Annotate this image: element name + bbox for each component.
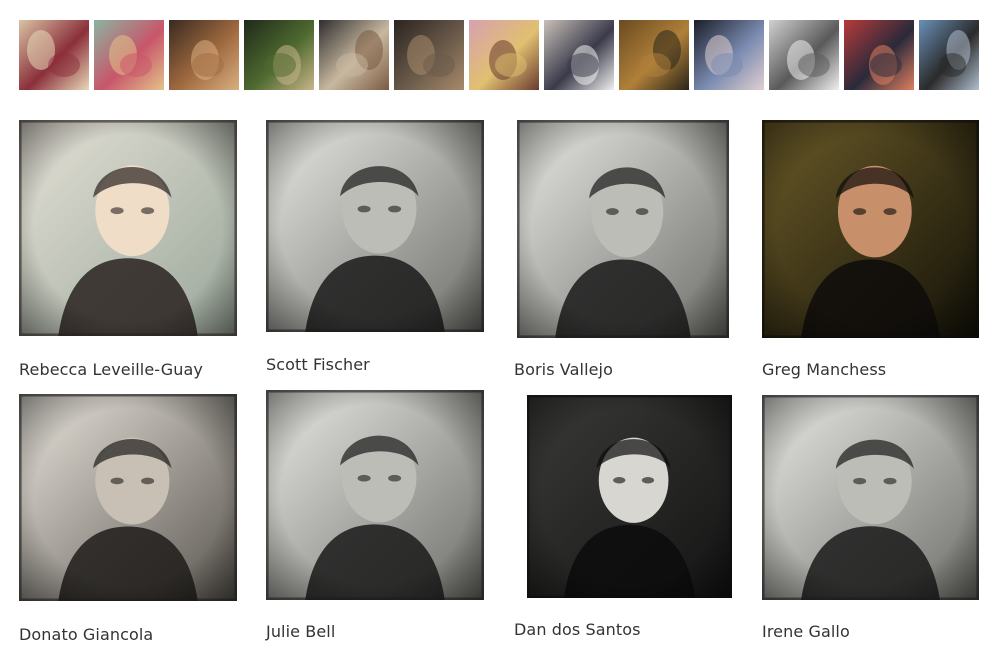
thumbnail-10[interactable] — [694, 20, 764, 90]
portrait-image — [762, 395, 979, 600]
thumbnail-7[interactable] — [469, 20, 539, 90]
artist-name[interactable]: Donato Giancola — [19, 625, 153, 644]
artist-name[interactable]: Julie Bell — [266, 622, 335, 641]
thumbnail-13[interactable] — [919, 20, 979, 90]
portrait-image — [266, 120, 484, 332]
thumbnail-12[interactable] — [844, 20, 914, 90]
thumbnail-image — [844, 20, 914, 90]
artist-portrait[interactable] — [527, 395, 732, 598]
thumbnail-image — [169, 20, 239, 90]
thumbnail-6[interactable] — [394, 20, 464, 90]
thumbnail-image — [694, 20, 764, 90]
artist-name[interactable]: Dan dos Santos — [514, 620, 641, 639]
artist-name[interactable]: Scott Fischer — [266, 355, 370, 374]
portrait-image — [19, 120, 237, 336]
thumbnail-strip — [0, 20, 997, 90]
artist-name[interactable]: Rebecca Leveille-Guay — [19, 360, 203, 379]
artist-portrait[interactable] — [762, 395, 979, 600]
artist-card-donato-giancola[interactable]: Donato Giancola — [19, 394, 239, 654]
artist-card-irene-gallo[interactable]: Irene Gallo — [762, 395, 982, 650]
artist-name[interactable]: Boris Vallejo — [514, 360, 613, 379]
thumbnail-2[interactable] — [94, 20, 164, 90]
artist-card-scott-fischer[interactable]: Scott Fischer — [266, 120, 486, 380]
artist-card-greg-manchess[interactable]: Greg Manchess — [762, 120, 982, 385]
artist-portrait[interactable] — [762, 120, 979, 338]
thumbnail-image — [469, 20, 539, 90]
thumbnail-image — [919, 20, 979, 90]
thumbnail-3[interactable] — [169, 20, 239, 90]
artist-card-julie-bell[interactable]: Julie Bell — [266, 390, 486, 650]
thumbnail-9[interactable] — [619, 20, 689, 90]
portrait-image — [19, 394, 237, 601]
portrait-image — [266, 390, 484, 600]
portrait-image — [762, 120, 979, 338]
thumbnail-8[interactable] — [544, 20, 614, 90]
thumbnail-4[interactable] — [244, 20, 314, 90]
artist-card-dan-dos-santos[interactable]: Dan dos Santos — [514, 395, 734, 650]
thumbnail-image — [544, 20, 614, 90]
thumbnail-image — [394, 20, 464, 90]
thumbnail-image — [619, 20, 689, 90]
artist-name[interactable]: Greg Manchess — [762, 360, 886, 379]
thumbnail-image — [94, 20, 164, 90]
portrait-image — [517, 120, 729, 338]
thumbnail-5[interactable] — [319, 20, 389, 90]
artist-portrait[interactable] — [266, 390, 484, 600]
thumbnail-image — [769, 20, 839, 90]
thumbnail-image — [19, 20, 89, 90]
thumbnail-image — [244, 20, 314, 90]
artist-portrait[interactable] — [19, 120, 237, 336]
artist-name[interactable]: Irene Gallo — [762, 622, 850, 641]
artist-portrait[interactable] — [19, 394, 237, 601]
artist-card-rebecca-leveille-guay[interactable]: Rebecca Leveille-Guay — [19, 120, 239, 385]
thumbnail-11[interactable] — [769, 20, 839, 90]
thumbnail-1[interactable] — [19, 20, 89, 90]
portrait-image — [527, 395, 732, 598]
thumbnail-image — [319, 20, 389, 90]
artist-portrait[interactable] — [517, 120, 729, 338]
artist-portrait[interactable] — [266, 120, 484, 332]
artist-card-boris-vallejo[interactable]: Boris Vallejo — [514, 120, 734, 385]
